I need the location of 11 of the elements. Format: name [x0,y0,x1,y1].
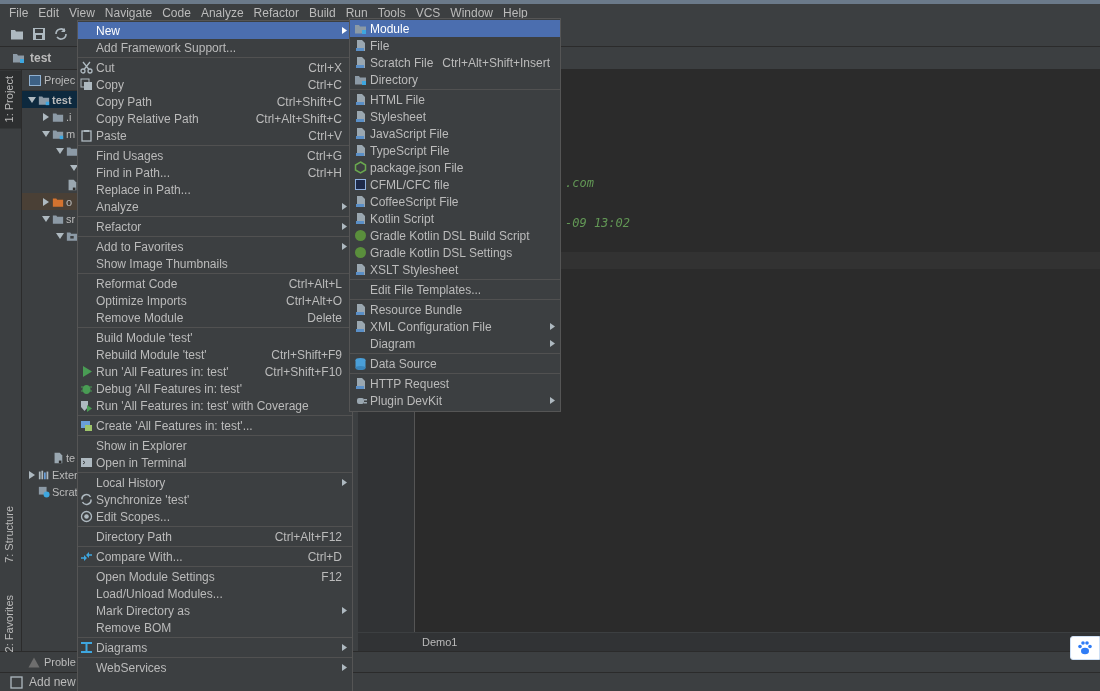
tree-label: test [52,93,72,106]
tree-label: o [66,195,73,208]
tree-label: m [66,127,76,140]
tree-label: Scrat [52,485,78,498]
tree-label: Exter [52,468,78,481]
tree-label: .i [66,110,72,123]
tree-label: te [66,451,76,464]
tree-label: sr [66,212,76,225]
code-comment: -09 13:02 [565,216,631,232]
code-comment: .com [565,176,594,192]
status-text: Add new [29,675,76,689]
